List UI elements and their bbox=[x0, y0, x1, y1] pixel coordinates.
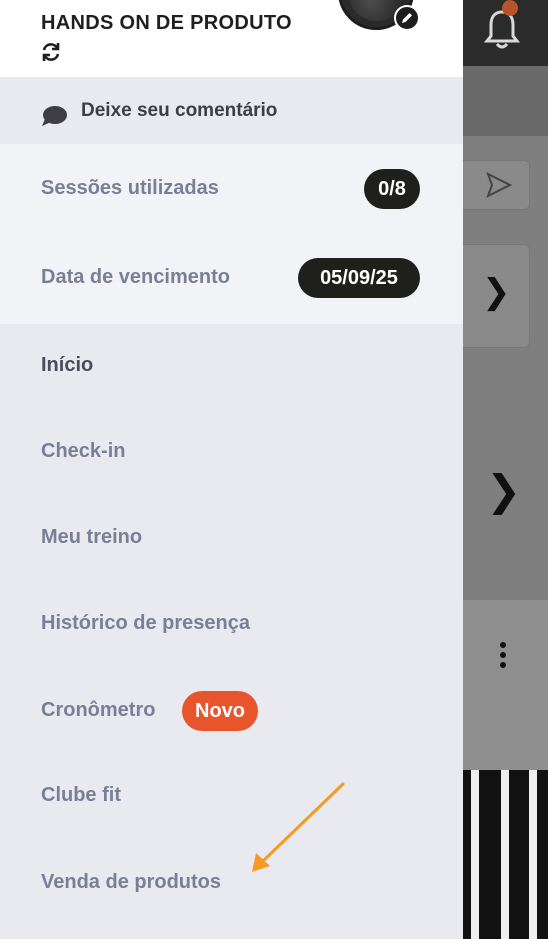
menu-item-clube-fit[interactable]: Clube fit bbox=[41, 784, 121, 807]
refresh-icon[interactable] bbox=[40, 41, 62, 63]
due-date-label: Data de vencimento bbox=[41, 266, 230, 288]
new-badge: Novo bbox=[182, 691, 258, 731]
chat-bubble-icon bbox=[42, 106, 67, 126]
menu-item-meu-treino[interactable]: Meu treino bbox=[41, 526, 142, 549]
due-date-value: 05/09/25 bbox=[298, 258, 420, 298]
menu-item-check-in[interactable]: Check-in bbox=[41, 440, 125, 463]
menu-item-venda-produtos[interactable]: Venda de produtos bbox=[41, 871, 221, 894]
comment-label[interactable]: Deixe seu comentário bbox=[81, 100, 277, 122]
menu-item-inicio[interactable]: Início bbox=[41, 354, 93, 377]
sessions-label: Sessões utilizadas bbox=[41, 177, 219, 199]
menu-item-historico-presenca[interactable]: Histórico de presença bbox=[41, 612, 250, 635]
drawer-header: HANDS ON DE PRODUTO bbox=[0, 0, 463, 77]
side-drawer: HANDS ON DE PRODUTO Deixe seu comentário… bbox=[0, 0, 463, 939]
send-icon[interactable] bbox=[484, 170, 514, 200]
gym-name: HANDS ON DE PRODUTO bbox=[41, 12, 292, 34]
background-image bbox=[463, 770, 548, 939]
pencil-icon[interactable] bbox=[394, 5, 420, 31]
notification-dot bbox=[502, 0, 518, 16]
chevron-right-icon[interactable]: ❯ bbox=[486, 466, 521, 515]
sessions-counter: 0/8 bbox=[364, 169, 420, 209]
chevron-right-icon[interactable]: ❯ bbox=[482, 272, 511, 312]
more-vertical-icon[interactable] bbox=[500, 642, 508, 674]
menu-item-cronometro[interactable]: Cronômetro bbox=[41, 699, 155, 722]
